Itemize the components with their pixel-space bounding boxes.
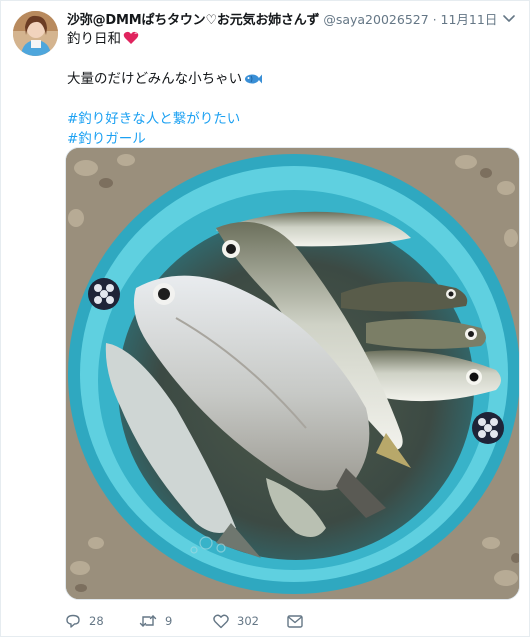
- retweet-count: 9: [165, 614, 173, 628]
- display-name[interactable]: 沙弥@DMMぱちタウン♡お元気お姉さんず: [67, 12, 320, 30]
- tweet-card[interactable]: 沙弥@DMMぱちタウン♡お元気お姉さんず @saya20026527 · 11月…: [0, 0, 530, 637]
- tweet-actions: 28 9 302: [65, 609, 317, 633]
- reply-icon: [66, 614, 80, 628]
- user-handle[interactable]: @saya20026527: [323, 11, 428, 29]
- reply-button[interactable]: 28: [65, 613, 139, 629]
- caret-down-icon[interactable]: [503, 14, 515, 24]
- like-count: 302: [237, 614, 259, 628]
- like-button[interactable]: 302: [213, 614, 287, 629]
- text-line-2: 大量のだけどみんな小ちゃい: [67, 71, 243, 87]
- heart-icon: [123, 31, 139, 44]
- text-line-1: 釣り日和: [67, 31, 121, 47]
- reply-count: 28: [89, 614, 104, 628]
- like-icon: [213, 614, 229, 628]
- direct-message-button[interactable]: [287, 614, 317, 628]
- tweet-photo[interactable]: [65, 147, 520, 600]
- hashtag-link[interactable]: #釣りガール: [67, 131, 146, 147]
- direct-message-icon: [287, 614, 303, 628]
- timestamp[interactable]: 11月11日: [441, 11, 498, 29]
- retweet-button[interactable]: 9: [139, 613, 213, 629]
- tweet-header: 沙弥@DMMぱちタウン♡お元気お姉さんず @saya20026527 · 11月…: [67, 11, 497, 30]
- retweet-icon: [139, 615, 157, 627]
- separator-dot: ·: [432, 13, 437, 27]
- fish-icon: [245, 74, 263, 84]
- hashtag-link[interactable]: #釣り好きな人と繋がりたい: [67, 111, 240, 127]
- avatar[interactable]: [13, 11, 58, 56]
- tweet-text: 釣り日和 大量のだけどみんな小ちゃい #釣り好きな人と繋がりたい #釣りガール: [67, 29, 509, 149]
